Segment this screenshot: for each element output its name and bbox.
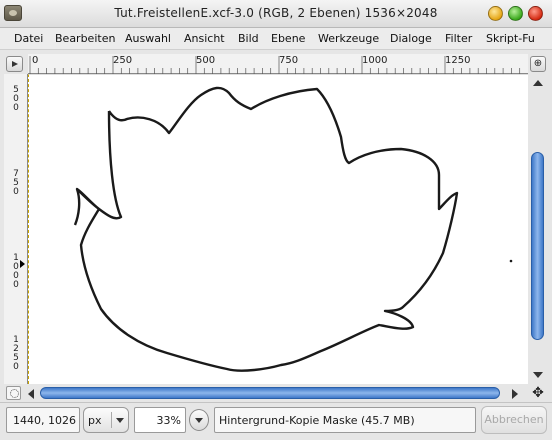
pointer-coordinates: 1440, 1026 (6, 407, 80, 433)
menu-bar: Datei Bearbeiten Auswahl Ansicht Bild Eb… (0, 28, 552, 50)
scroll-right-arrow-icon[interactable] (512, 389, 518, 399)
menu-werkzeuge[interactable]: Werkzeuge (318, 32, 379, 45)
scroll-up-arrow-icon[interactable] (533, 80, 543, 86)
zoom-dropdown-button[interactable] (189, 409, 209, 431)
menu-datei[interactable]: Datei (14, 32, 43, 45)
hruler-ticks (29, 56, 521, 74)
unit-value: px (88, 414, 102, 427)
vertical-scrollbar[interactable] (529, 74, 546, 384)
navigate-icon[interactable]: ⊕ (530, 56, 546, 72)
menu-arrow-button[interactable] (6, 56, 23, 72)
title-bar: Tut.FreistellenE.xcf-3.0 (RGB, 2 Ebenen)… (0, 0, 552, 28)
window-title: Tut.FreistellenE.xcf-3.0 (RGB, 2 Ebenen)… (114, 6, 438, 20)
menu-skript-fu[interactable]: Skript-Fu (486, 32, 535, 45)
vruler-label: 1250 (13, 335, 19, 372)
pointer-marker (20, 260, 25, 268)
menu-ansicht[interactable]: Ansicht (184, 32, 225, 45)
scroll-down-arrow-icon[interactable] (533, 372, 543, 378)
chevron-down-icon[interactable] (111, 412, 125, 428)
mask-outline (73, 86, 513, 372)
menu-bild[interactable]: Bild (238, 32, 259, 45)
vruler-label: 500 (13, 85, 19, 113)
horizontal-scroll-thumb[interactable] (40, 387, 500, 399)
zoom-field[interactable]: 33% (134, 407, 186, 433)
navigate-move-icon[interactable]: ✥ (530, 385, 546, 401)
unit-select[interactable]: px (83, 407, 129, 433)
vertical-scroll-thumb[interactable] (531, 152, 544, 340)
status-message: Hintergrund-Kopie Maske (45.7 MB) (214, 407, 476, 433)
menu-bearbeiten[interactable]: Bearbeiten (55, 32, 115, 45)
menu-filter[interactable]: Filter (445, 32, 472, 45)
status-message-text: Hintergrund-Kopie Maske (45.7 MB) (219, 414, 415, 427)
quick-mask-toggle-icon[interactable] (6, 386, 21, 400)
menu-dialoge[interactable]: Dialoge (390, 32, 432, 45)
menu-auswahl[interactable]: Auswahl (125, 32, 171, 45)
vertical-ruler[interactable]: 500 750 1000 1250 (4, 74, 28, 384)
cancel-button[interactable]: Abbrechen (481, 406, 547, 434)
image-canvas[interactable] (28, 74, 528, 384)
coordinates-text: 1440, 1026 (13, 414, 76, 427)
scroll-left-arrow-icon[interactable] (28, 389, 34, 399)
vruler-label: 750 (13, 169, 19, 197)
zoom-value: 33% (156, 414, 181, 427)
menu-ebene[interactable]: Ebene (271, 32, 305, 45)
maximize-button[interactable] (508, 6, 523, 21)
vruler-label: 1000 (13, 253, 19, 290)
close-button[interactable] (528, 6, 543, 21)
horizontal-ruler[interactable]: 0 250 500 750 1000 1250 (28, 54, 528, 74)
minimize-button[interactable] (488, 6, 503, 21)
